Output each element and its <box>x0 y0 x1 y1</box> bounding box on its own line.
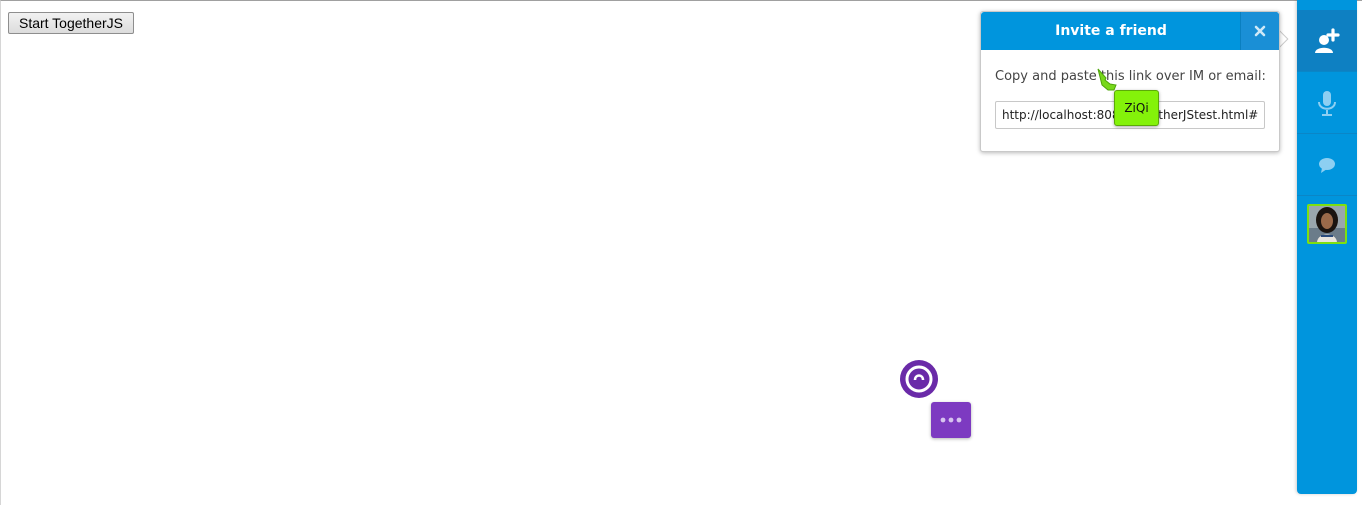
togetherjs-dock <box>1297 0 1357 494</box>
microphone-icon <box>1318 90 1336 116</box>
invite-icon <box>1315 27 1340 53</box>
avatar-image <box>1309 206 1345 242</box>
record-icon[interactable] <box>899 359 939 399</box>
invite-panel-header: Invite a friend <box>981 12 1279 50</box>
dock-audio-button[interactable] <box>1297 72 1357 134</box>
invite-panel-title: Invite a friend <box>1055 23 1167 39</box>
participant-avatar[interactable] <box>1307 204 1347 244</box>
start-togetherjs-button[interactable]: Start TogetherJS <box>8 12 134 34</box>
invite-close-button[interactable] <box>1240 12 1279 50</box>
invite-instruction-text: Copy and paste this link over IM or emai… <box>995 69 1266 84</box>
more-options-button[interactable] <box>931 402 971 438</box>
participant-name-tag: ZiQi <box>1114 90 1159 126</box>
dock-chat-button[interactable] <box>1297 134 1357 196</box>
participant-cursor-icon <box>1097 68 1117 91</box>
invite-panel: Invite a friend Copy and paste this link… <box>980 11 1280 152</box>
chat-icon <box>1319 157 1335 173</box>
close-icon <box>1254 25 1266 37</box>
dock-invite-button[interactable] <box>1297 10 1357 72</box>
more-dots-icon <box>940 417 962 423</box>
